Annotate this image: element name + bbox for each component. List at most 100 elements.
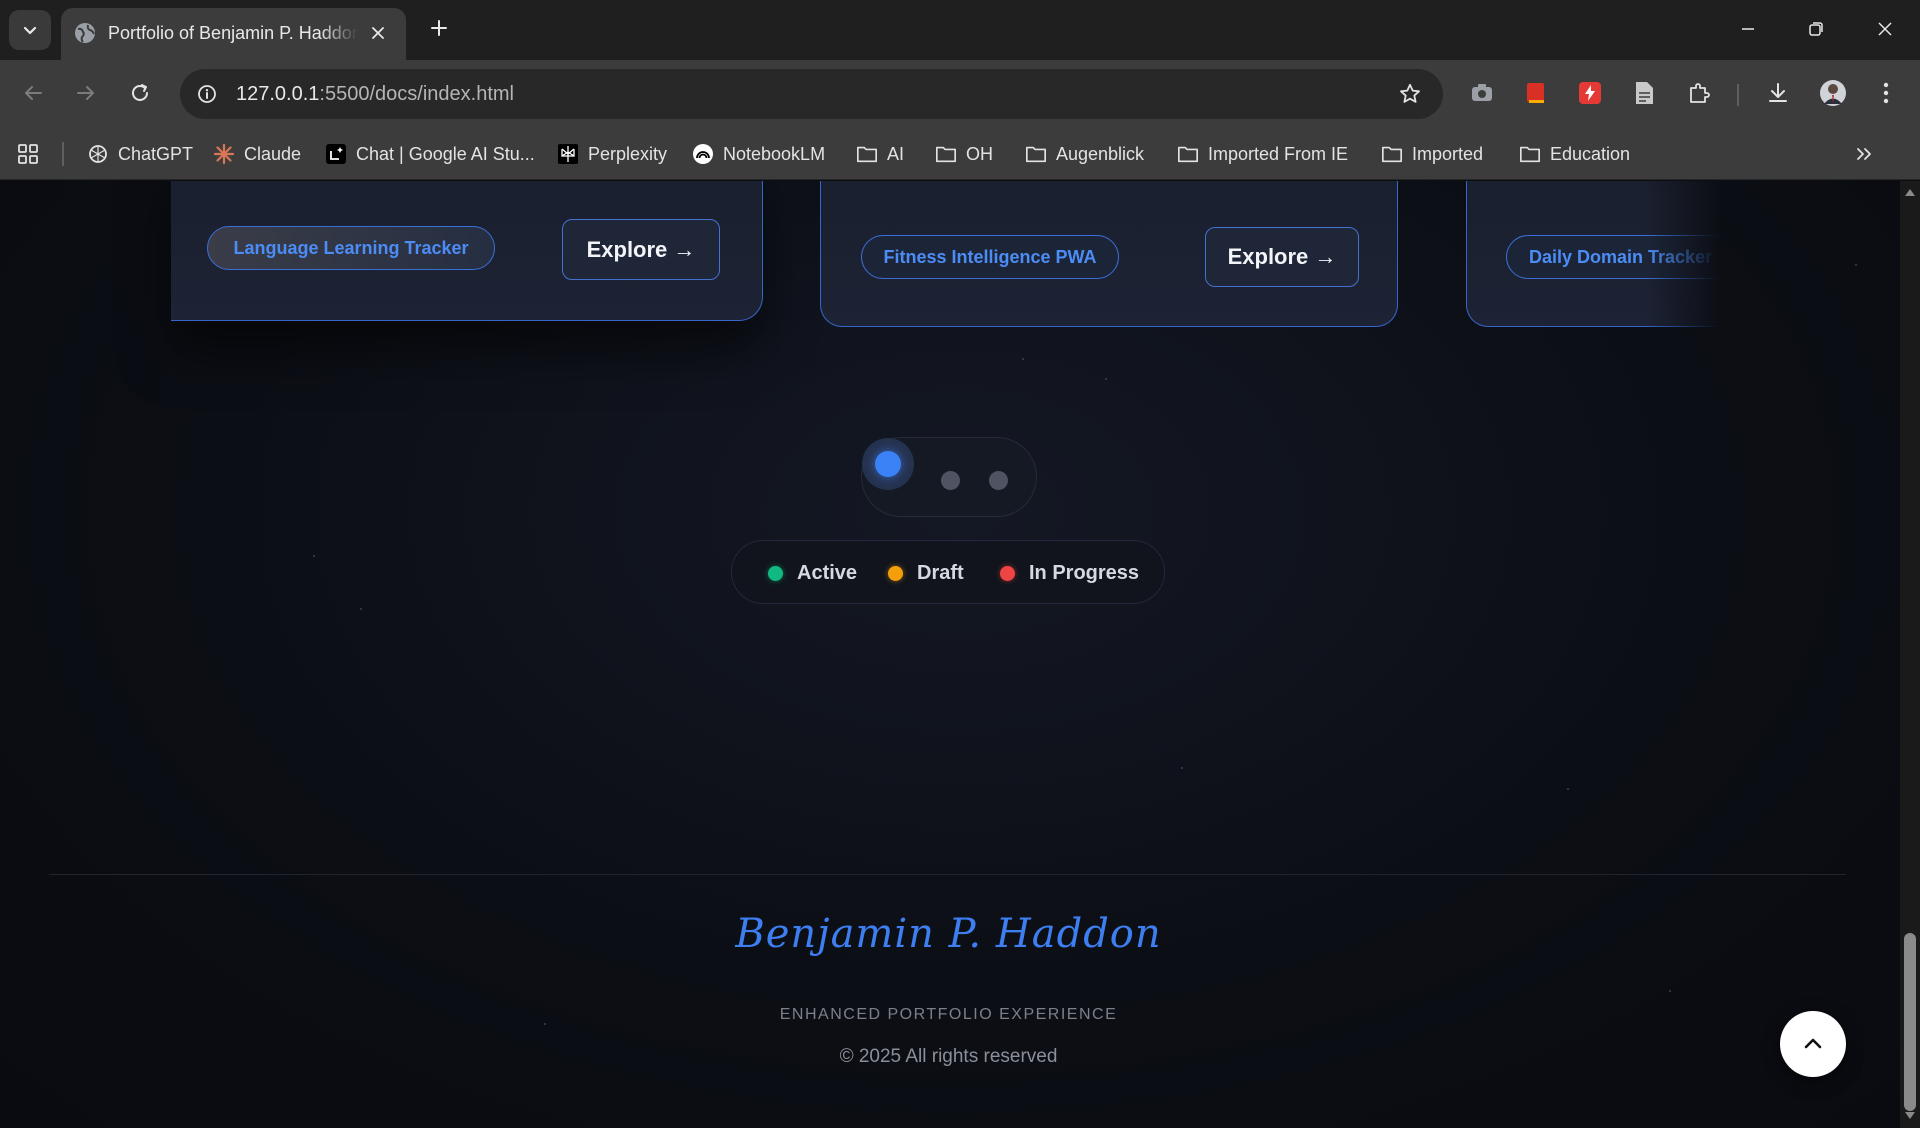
star-decoration: [1855, 264, 1857, 266]
carousel-indicator: [861, 437, 1037, 517]
project-pill[interactable]: Fitness Intelligence PWA: [861, 235, 1119, 279]
star-icon: [1400, 83, 1420, 103]
apps-button[interactable]: [17, 139, 39, 169]
flash-extension-button[interactable]: [1575, 78, 1605, 108]
carousel-dot[interactable]: [989, 471, 1008, 490]
bookmark-claude[interactable]: Claude: [213, 139, 301, 169]
fade-overlay: [1646, 181, 1720, 331]
carousel-dot-active[interactable]: [862, 438, 914, 490]
chatgpt-icon: [87, 143, 109, 165]
chevron-down-icon: [23, 26, 37, 35]
page-viewport: Language Learning Tracker Explore → Fitn…: [0, 181, 1920, 1128]
more-vertical-icon: [1883, 82, 1889, 104]
arrow-right-icon: [77, 86, 94, 100]
project-card-clip: Daily Domain Tracker: [1466, 181, 1720, 331]
explore-button[interactable]: Explore →: [562, 219, 720, 280]
document-icon: [1636, 82, 1653, 104]
close-tab-button[interactable]: [366, 21, 390, 45]
tab-search-button[interactable]: [9, 10, 51, 50]
star-decoration: [1022, 358, 1024, 360]
screenshot-extension-button[interactable]: [1467, 78, 1497, 108]
document-extension-button[interactable]: [1629, 78, 1659, 108]
forward-button[interactable]: [68, 75, 104, 111]
status-dot: [888, 565, 903, 581]
legend-item-active: Active: [768, 561, 857, 585]
pdf-extension-button[interactable]: [1521, 78, 1551, 108]
star-decoration: [1181, 767, 1183, 769]
footer-tagline: ENHANCED PORTFOLIO EXPERIENCE: [779, 1006, 1118, 1023]
folder-icon: [1177, 143, 1199, 165]
carousel-dot-fill: [875, 451, 901, 477]
scroll-to-top-button[interactable]: [1780, 1011, 1846, 1077]
bookmark-folder-oh[interactable]: OH: [935, 139, 993, 169]
bookmark-perplexity[interactable]: Perplexity: [557, 139, 667, 169]
chevron-up-icon: [1804, 1038, 1822, 1049]
claude-icon: [213, 143, 235, 165]
book-icon: [1527, 83, 1544, 103]
google-ai-studio-icon: [325, 143, 347, 165]
restore-icon: [1809, 22, 1823, 36]
bookmark-folder-augenblick[interactable]: Augenblick: [1025, 139, 1144, 169]
triangle-up-icon: [1905, 189, 1915, 196]
browser-menu-button[interactable]: [1871, 78, 1901, 108]
star-decoration: [1669, 990, 1671, 992]
site-info-button[interactable]: [192, 79, 222, 109]
close-icon: [1878, 22, 1892, 36]
explore-button[interactable]: Explore →: [1205, 227, 1359, 287]
star-decoration: [313, 555, 315, 557]
bookmark-folder-imported-from-ie[interactable]: Imported From IE: [1177, 139, 1348, 169]
close-window-button[interactable]: [1861, 10, 1909, 48]
reload-button[interactable]: [122, 75, 158, 111]
bookmark-google-ai-studio[interactable]: Chat | Google AI Stu...: [325, 139, 535, 169]
folder-icon: [1381, 143, 1403, 165]
browser-tab-active[interactable]: Portfolio of Benjamin P. Haddon: [61, 8, 406, 60]
notebooklm-icon: [692, 143, 714, 165]
scroll-down-arrow[interactable]: [1904, 1111, 1916, 1121]
status-dot: [1000, 565, 1015, 581]
project-card[interactable]: Language Learning Tracker Explore →: [171, 181, 763, 321]
address-bar[interactable]: 127.0.0.1:5500/docs/index.html: [180, 69, 1443, 119]
arrow-left-icon: [25, 86, 42, 100]
plus-icon: [431, 20, 447, 36]
back-button[interactable]: [15, 75, 51, 111]
restore-button[interactable]: [1792, 10, 1840, 48]
status-dot: [768, 565, 783, 581]
page-scrollbar[interactable]: [1900, 181, 1920, 1128]
reload-icon: [132, 84, 148, 101]
more-bookmarks-button[interactable]: [1855, 139, 1873, 169]
scrollbar-thumb[interactable]: [1904, 933, 1916, 1111]
new-tab-button[interactable]: [424, 13, 454, 43]
carousel-dot[interactable]: [941, 471, 960, 490]
triangle-down-icon: [1905, 1112, 1915, 1119]
star-decoration: [1105, 378, 1107, 380]
bookmark-notebooklm[interactable]: NotebookLM: [692, 139, 825, 169]
bookmark-star-button[interactable]: [1397, 81, 1423, 107]
minimize-button[interactable]: [1724, 10, 1772, 48]
avatar: [1820, 80, 1846, 106]
footer-divider: [49, 874, 1846, 875]
bookmark-chatgpt[interactable]: ChatGPT: [87, 139, 193, 169]
project-card[interactable]: Fitness Intelligence PWA Explore →: [820, 181, 1398, 327]
profile-button[interactable]: [1818, 78, 1848, 108]
extensions-button[interactable]: [1684, 78, 1714, 108]
perplexity-icon: [557, 143, 579, 165]
legend-item-in-progress: In Progress: [1000, 561, 1139, 585]
lightning-icon: [1579, 82, 1601, 104]
footer-signature: Benjamin P. Haddon: [735, 911, 1162, 957]
project-pill[interactable]: Language Learning Tracker: [207, 226, 495, 270]
apps-grid-icon: [18, 144, 38, 164]
downloads-button[interactable]: [1763, 78, 1793, 108]
info-icon: [198, 85, 216, 103]
toolbar-divider: [1737, 84, 1739, 106]
bookmark-folder-education[interactable]: Education: [1519, 139, 1630, 169]
bookmark-folder-imported[interactable]: Imported: [1381, 139, 1483, 169]
double-chevron-right-icon: [1857, 148, 1871, 160]
bookmarks-bar: ChatGPT Claude Chat | Google AI Stu... P…: [0, 128, 1920, 180]
tab-title: Portfolio of Benjamin P. Haddon: [108, 23, 358, 43]
scroll-up-arrow[interactable]: [1904, 187, 1916, 197]
bookmark-folder-ai[interactable]: AI: [856, 139, 904, 169]
globe-icon: [75, 23, 95, 43]
footer-copyright: © 2025 All rights reserved: [839, 1046, 1058, 1067]
url-text: 127.0.0.1:5500/docs/index.html: [236, 83, 514, 105]
bookmarks-divider: [62, 142, 64, 166]
